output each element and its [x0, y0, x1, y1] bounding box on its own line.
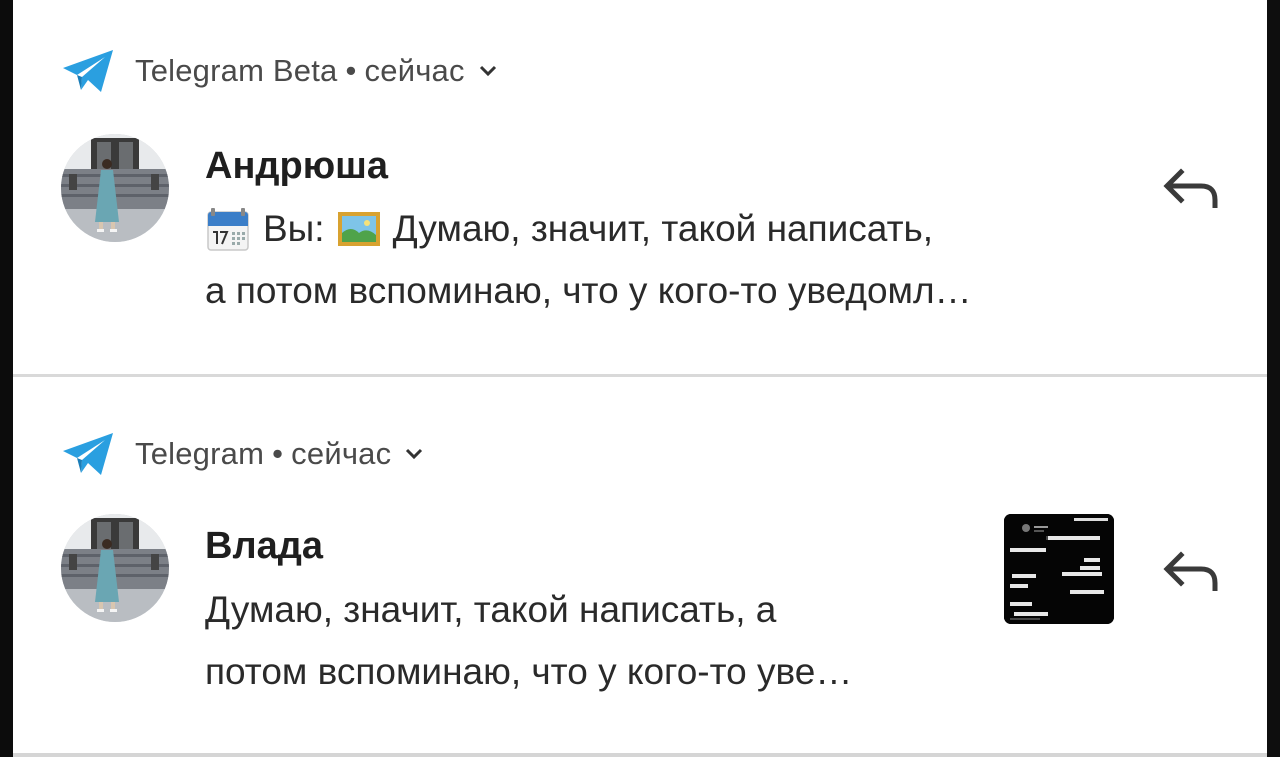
avatar-photo-icon: [61, 134, 169, 242]
sender-name: Влада: [205, 525, 323, 567]
screenshot-thumbnail-icon: [1004, 514, 1114, 624]
avatar-photo-icon: [61, 514, 169, 622]
avatar[interactable]: [61, 514, 169, 622]
image-thumbnail[interactable]: [1004, 514, 1114, 624]
sender-name: Андрюша: [205, 145, 388, 187]
message-preview[interactable]: Думаю, значит, такой написать, а потом в…: [205, 579, 852, 703]
app-name: Telegram Beta: [135, 53, 338, 88]
divider: [13, 753, 1267, 757]
app-name: Telegram: [135, 436, 265, 471]
chevron-down-icon[interactable]: [479, 65, 497, 77]
telegram-logo-icon: [63, 50, 113, 92]
reply-arrow-icon: [1163, 168, 1218, 208]
timestamp: сейчас: [291, 436, 392, 471]
reply-button[interactable]: [1161, 547, 1221, 597]
picture-icon: [337, 212, 380, 246]
message-preview[interactable]: Вы: Думаю, значит, такой написать, а пот…: [205, 198, 972, 322]
message-prefix: Вы:: [263, 208, 325, 249]
message-line-1: Думаю, значит, такой написать, а: [205, 589, 777, 630]
timestamp: сейчас: [364, 53, 465, 88]
separator-dot: •: [272, 436, 284, 471]
message-line-2: потом вспоминаю, что у кого-то уве…: [205, 651, 853, 692]
screen-edge: [1266, 0, 1280, 757]
chevron-down-icon[interactable]: [405, 448, 423, 460]
notification-andryusha[interactable]: Telegram Beta • сейчас Андрюша Вы: Думаю…: [13, 0, 1267, 374]
reply-button[interactable]: [1161, 164, 1221, 214]
notification-header[interactable]: Telegram Beta • сейчас: [61, 48, 497, 94]
avatar[interactable]: [61, 134, 169, 242]
notification-vlada[interactable]: Telegram • сейчас Влада Думаю, значит, т…: [13, 377, 1267, 753]
telegram-logo-icon: [63, 433, 113, 475]
reply-arrow-icon: [1163, 551, 1218, 591]
calendar-icon: [207, 208, 249, 251]
separator-dot: •: [345, 53, 357, 88]
message-line-2: а потом вспоминаю, что у кого-то уведомл…: [205, 270, 972, 311]
notification-header[interactable]: Telegram • сейчас: [61, 431, 423, 477]
message-line-1: Думаю, значит, такой написать,: [392, 208, 934, 249]
